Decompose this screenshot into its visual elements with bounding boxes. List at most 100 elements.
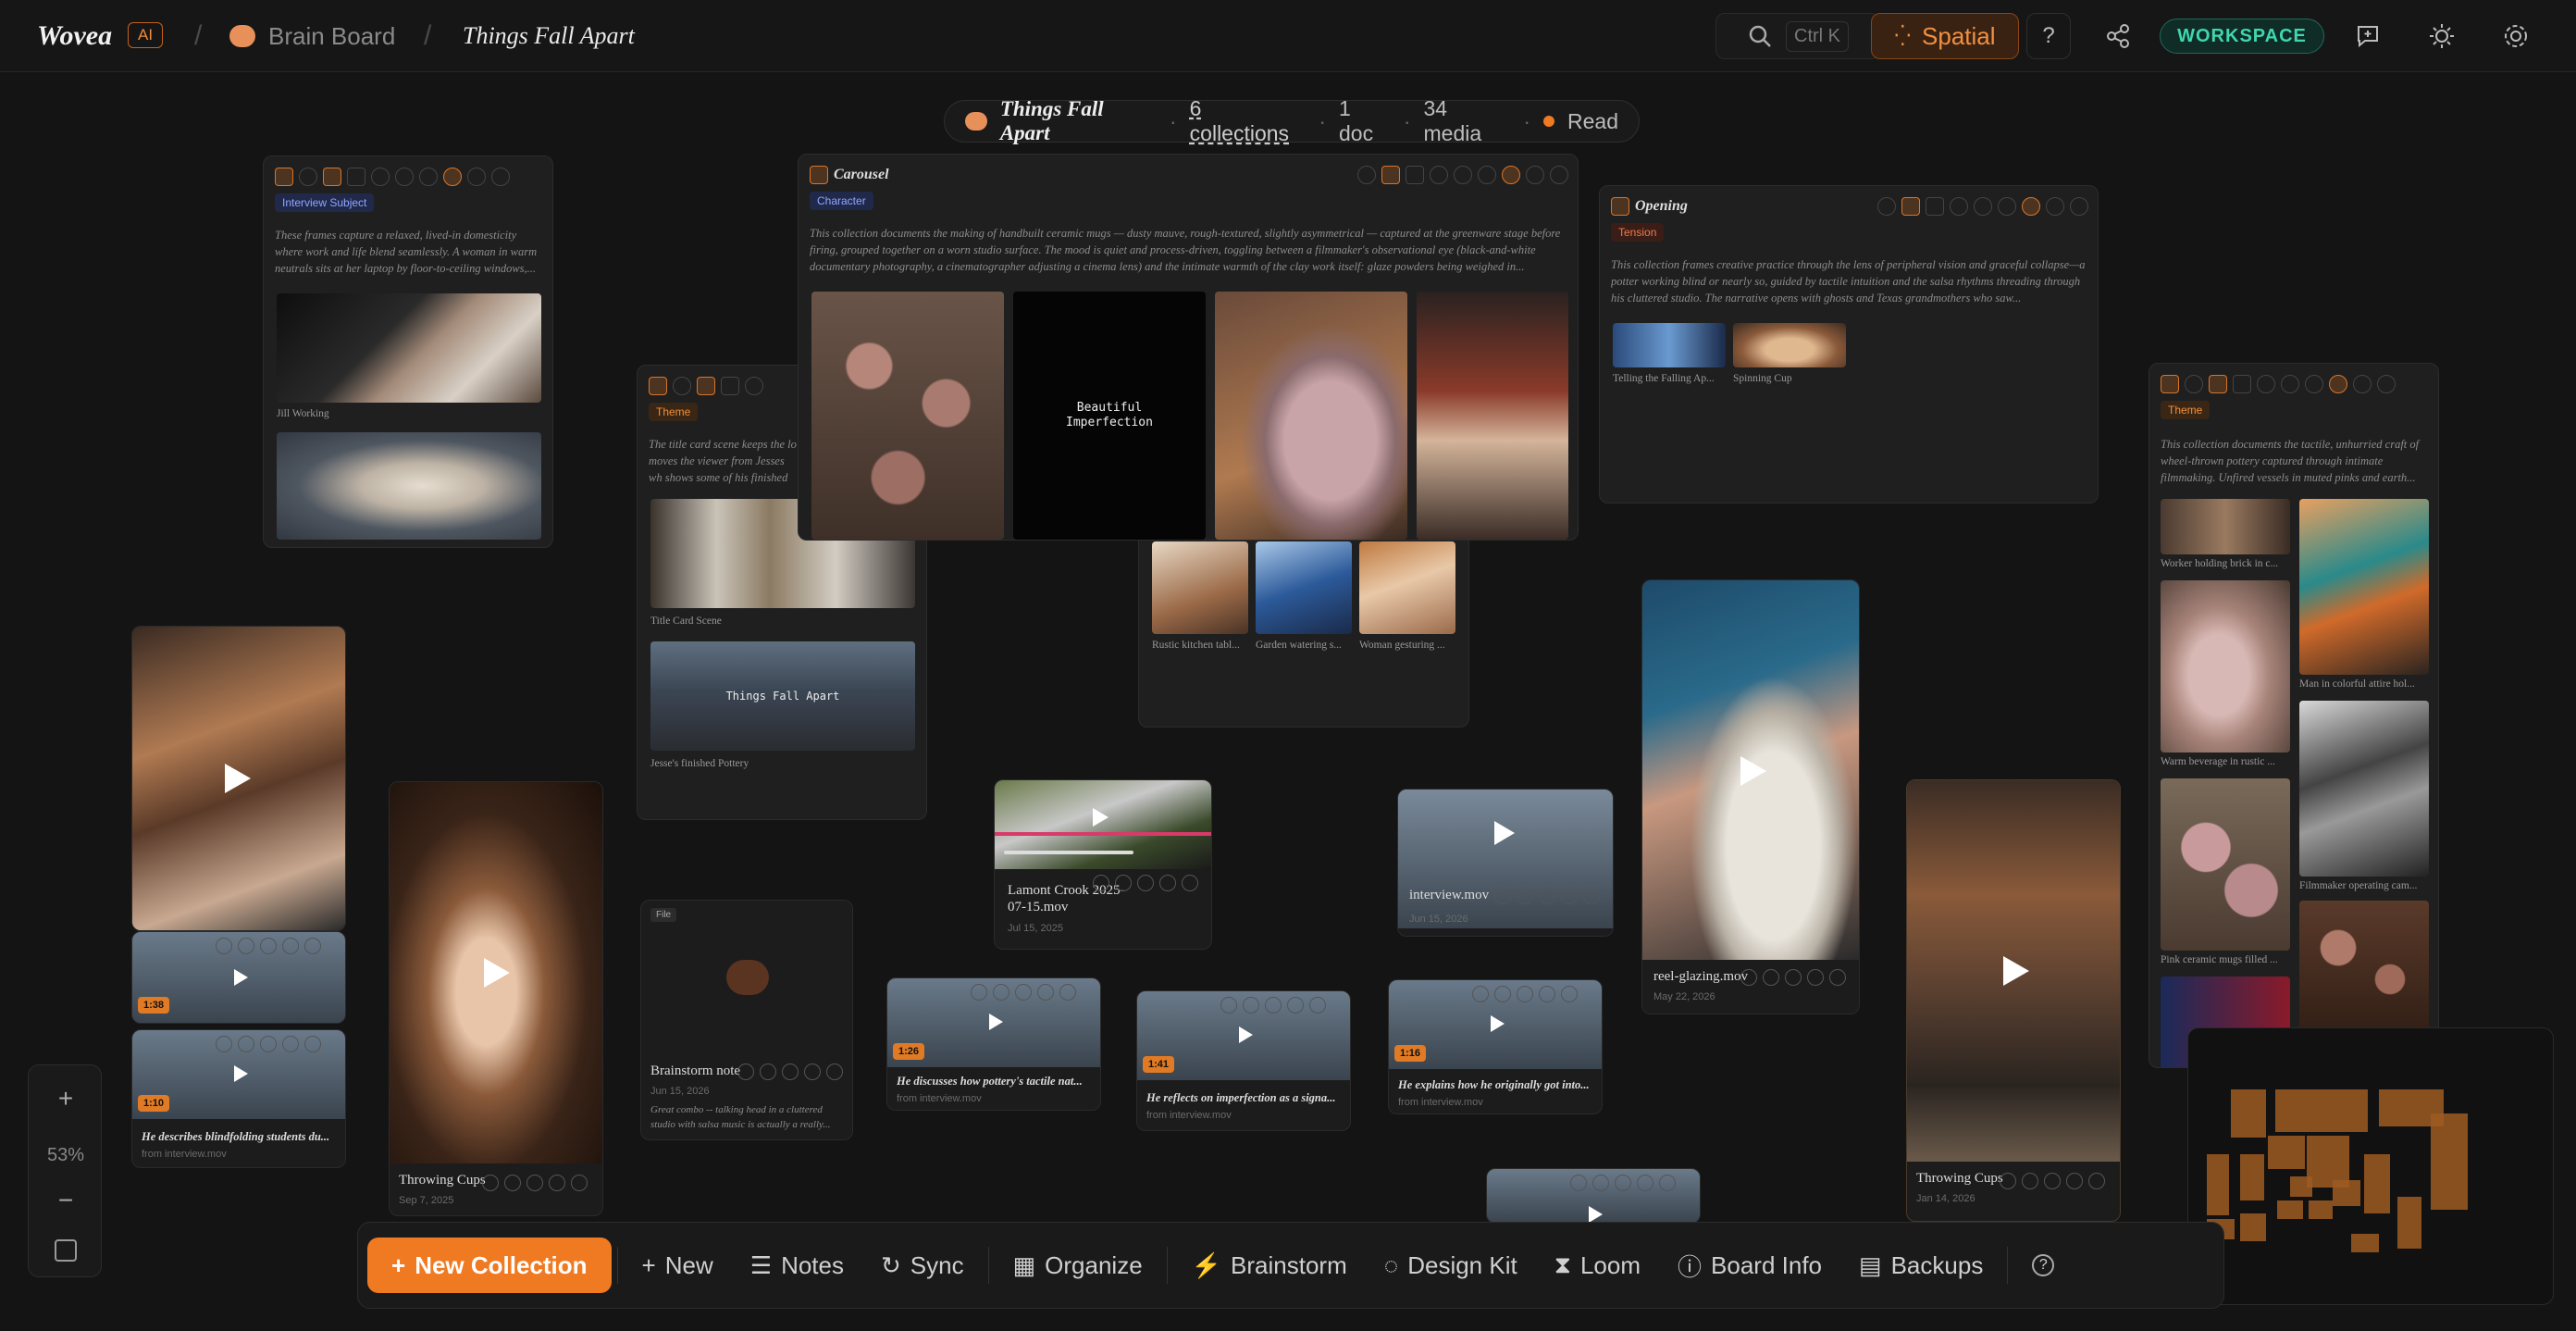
carousel-slide[interactable]: [1417, 292, 1568, 540]
grid-icon[interactable]: [1926, 197, 1944, 216]
clip-card[interactable]: 1:26 He discusses how pottery's tactile …: [886, 977, 1101, 1111]
video-card[interactable]: reel-glazing.mov May 22, 2026: [1641, 579, 1860, 1014]
play-icon[interactable]: [234, 1065, 248, 1082]
play-icon[interactable]: [1740, 756, 1766, 786]
new-collection-button[interactable]: + New Collection: [367, 1238, 612, 1293]
collapse-icon[interactable]: [2377, 375, 2396, 393]
carousel-slide-title-card[interactable]: Beautiful Imperfection: [1013, 292, 1206, 540]
collection-card-theme-right[interactable]: Theme This collection documents the tact…: [2149, 363, 2439, 1068]
media-thumbnail[interactable]: [277, 293, 541, 403]
expand-icon[interactable]: [1478, 166, 1496, 184]
media-thumbnail[interactable]: [1733, 323, 1846, 367]
clip-card[interactable]: 1:10 He describes blindfolding students …: [131, 1029, 346, 1168]
media-thumbnail[interactable]: Things Fall Apart: [650, 641, 915, 751]
note-title[interactable]: Brainstorm note: [650, 1064, 740, 1079]
download-icon[interactable]: [1526, 166, 1544, 184]
video-card[interactable]: Throwing Cups Sep 7, 2025: [389, 781, 603, 1216]
video-card[interactable]: Throwing Cups Jan 14, 2026: [1906, 779, 2121, 1222]
organize-button[interactable]: ▦ Organize: [995, 1238, 1161, 1293]
grid-icon[interactable]: [721, 377, 739, 395]
expand-icon[interactable]: [1998, 197, 2016, 216]
clip-tools[interactable]: [1472, 986, 1578, 1002]
minimap-viewport[interactable]: [2188, 1028, 2553, 1304]
link-icon[interactable]: [2257, 375, 2275, 393]
doc-icon[interactable]: [697, 377, 715, 395]
collapse-icon[interactable]: [491, 168, 510, 186]
download-icon[interactable]: [467, 168, 486, 186]
media-thumbnail[interactable]: [2161, 778, 2290, 951]
spatial-button[interactable]: ⁛ Spatial: [1871, 13, 2019, 59]
sync-button[interactable]: ↻ Sync: [862, 1238, 983, 1293]
clip-card[interactable]: [1486, 1168, 1701, 1224]
clip-tools[interactable]: [1570, 1175, 1676, 1191]
loom-button[interactable]: ⧗ Loom: [1536, 1238, 1659, 1293]
grid-icon[interactable]: [347, 168, 365, 186]
video-tools[interactable]: [1093, 875, 1198, 891]
clip-tools[interactable]: [1220, 997, 1326, 1014]
clip-tools[interactable]: [216, 938, 321, 954]
play-icon[interactable]: [1494, 821, 1515, 845]
grid-icon[interactable]: [1406, 166, 1424, 184]
settings-gear-icon[interactable]: [2493, 13, 2539, 59]
info-icon[interactable]: [395, 168, 414, 186]
doc-icon[interactable]: [2209, 375, 2227, 393]
play-icon[interactable]: [1491, 1015, 1505, 1032]
breadcrumb-board[interactable]: Brain Board: [268, 0, 395, 72]
video-card[interactable]: [131, 626, 346, 931]
brainstorm-button[interactable]: ⚡ Brainstorm: [1173, 1238, 1366, 1293]
collapse-icon[interactable]: [2070, 197, 2088, 216]
bolt-icon[interactable]: [443, 168, 462, 186]
help-button[interactable]: ?: [2013, 1238, 2073, 1293]
collections-count[interactable]: 6 collections: [1190, 96, 1307, 146]
play-icon[interactable]: [484, 958, 510, 988]
progress-bar[interactable]: [995, 832, 1211, 836]
volume-slider[interactable]: [1004, 851, 1133, 854]
play-icon[interactable]: [234, 969, 248, 986]
collection-card-carousel-extra[interactable]: Rustic kitchen tabl... Garden watering s…: [1138, 518, 1469, 728]
play-icon[interactable]: [1589, 1206, 1603, 1223]
video-tools[interactable]: [1740, 969, 1846, 986]
note-card[interactable]: File Brainstorm note Jun 15, 2026 Great …: [640, 900, 853, 1140]
share-icon[interactable]: [2095, 13, 2141, 59]
monitor-icon[interactable]: [1611, 197, 1629, 216]
monitor-icon[interactable]: [810, 166, 828, 184]
play-icon[interactable]: [1093, 808, 1108, 827]
clip-card[interactable]: 1:38: [131, 931, 346, 1024]
info-icon[interactable]: [1454, 166, 1472, 184]
video-tools[interactable]: [2000, 1173, 2105, 1189]
zoom-in-button[interactable]: +: [29, 1084, 103, 1113]
link-icon[interactable]: [371, 168, 390, 186]
search-button[interactable]: Ctrl K: [1715, 13, 1880, 59]
feedback-icon[interactable]: [2345, 13, 2391, 59]
monitor-icon[interactable]: [2161, 375, 2179, 393]
notes-button[interactable]: ☰ Notes: [732, 1238, 862, 1293]
video-title[interactable]: reel-glazing.mov: [1653, 969, 1748, 985]
info-icon[interactable]: [2281, 375, 2299, 393]
play-icon[interactable]: [989, 1014, 1003, 1030]
media-thumbnail[interactable]: [2299, 701, 2429, 877]
carousel-slide[interactable]: [811, 292, 1004, 540]
media-thumbnail[interactable]: [2161, 499, 2290, 554]
link-icon[interactable]: [745, 377, 763, 395]
collection-title[interactable]: Carousel: [834, 167, 889, 183]
app-logo[interactable]: Wovea: [37, 0, 112, 72]
collection-card-carousel[interactable]: Carousel Character This collection docum…: [798, 154, 1579, 541]
video-title[interactable]: Throwing Cups: [1916, 1171, 2003, 1187]
doc-icon[interactable]: [1381, 166, 1400, 184]
video-title[interactable]: interview.mov: [1409, 888, 1489, 903]
media-thumbnail[interactable]: [2299, 499, 2429, 675]
monitor-icon[interactable]: [649, 377, 667, 395]
new-button[interactable]: + New: [624, 1238, 732, 1293]
design-kit-button[interactable]: ◌ Design Kit: [1366, 1238, 1536, 1293]
play-icon[interactable]: [2003, 956, 2029, 986]
carousel-slide[interactable]: [1215, 292, 1407, 540]
play-icon[interactable]: [1239, 1026, 1253, 1043]
monitor-icon[interactable]: [275, 168, 293, 186]
clip-tools[interactable]: [971, 984, 1076, 1001]
media-thumbnail[interactable]: [2161, 580, 2290, 753]
download-icon[interactable]: [2046, 197, 2064, 216]
doc-icon[interactable]: [1901, 197, 1920, 216]
collection-card-opening[interactable]: Opening Tension This collection frames c…: [1599, 185, 2099, 504]
clip-tools[interactable]: [216, 1036, 321, 1052]
bolt-icon[interactable]: [1502, 166, 1520, 184]
